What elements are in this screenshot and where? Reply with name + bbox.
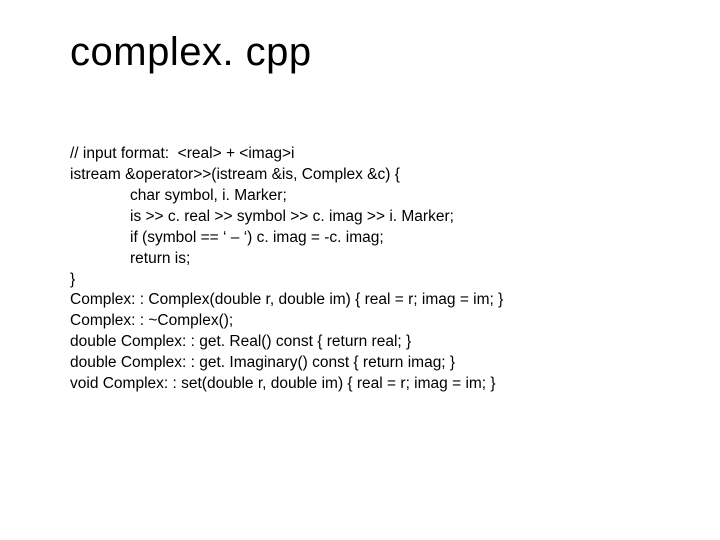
code-line: if (symbol == ‘ – ‘) c. imag = -c. imag; (70, 228, 384, 249)
code-line: double Complex: : get. Real() const { re… (70, 333, 411, 350)
code-line: istream &operator>>(istream &is, Complex… (70, 166, 400, 183)
code-line: void Complex: : set(double r, double im)… (70, 375, 496, 392)
slide: complex. cpp // input format: <real> + <… (0, 0, 720, 540)
code-line: double Complex: : get. Imaginary() const… (70, 354, 455, 371)
code-line: return is; (70, 249, 190, 270)
code-line: Complex: : ~Complex(); (70, 312, 233, 329)
page-title: complex. cpp (70, 30, 650, 74)
code-line: char symbol, i. Marker; (70, 186, 287, 207)
code-line: Complex: : Complex(double r, double im) … (70, 291, 503, 308)
code-line: } (70, 271, 75, 288)
code-block: // input format: <real> + <imag>i istrea… (70, 144, 650, 395)
code-line: // input format: <real> + <imag>i (70, 145, 294, 162)
code-line: is >> c. real >> symbol >> c. imag >> i.… (70, 207, 454, 228)
